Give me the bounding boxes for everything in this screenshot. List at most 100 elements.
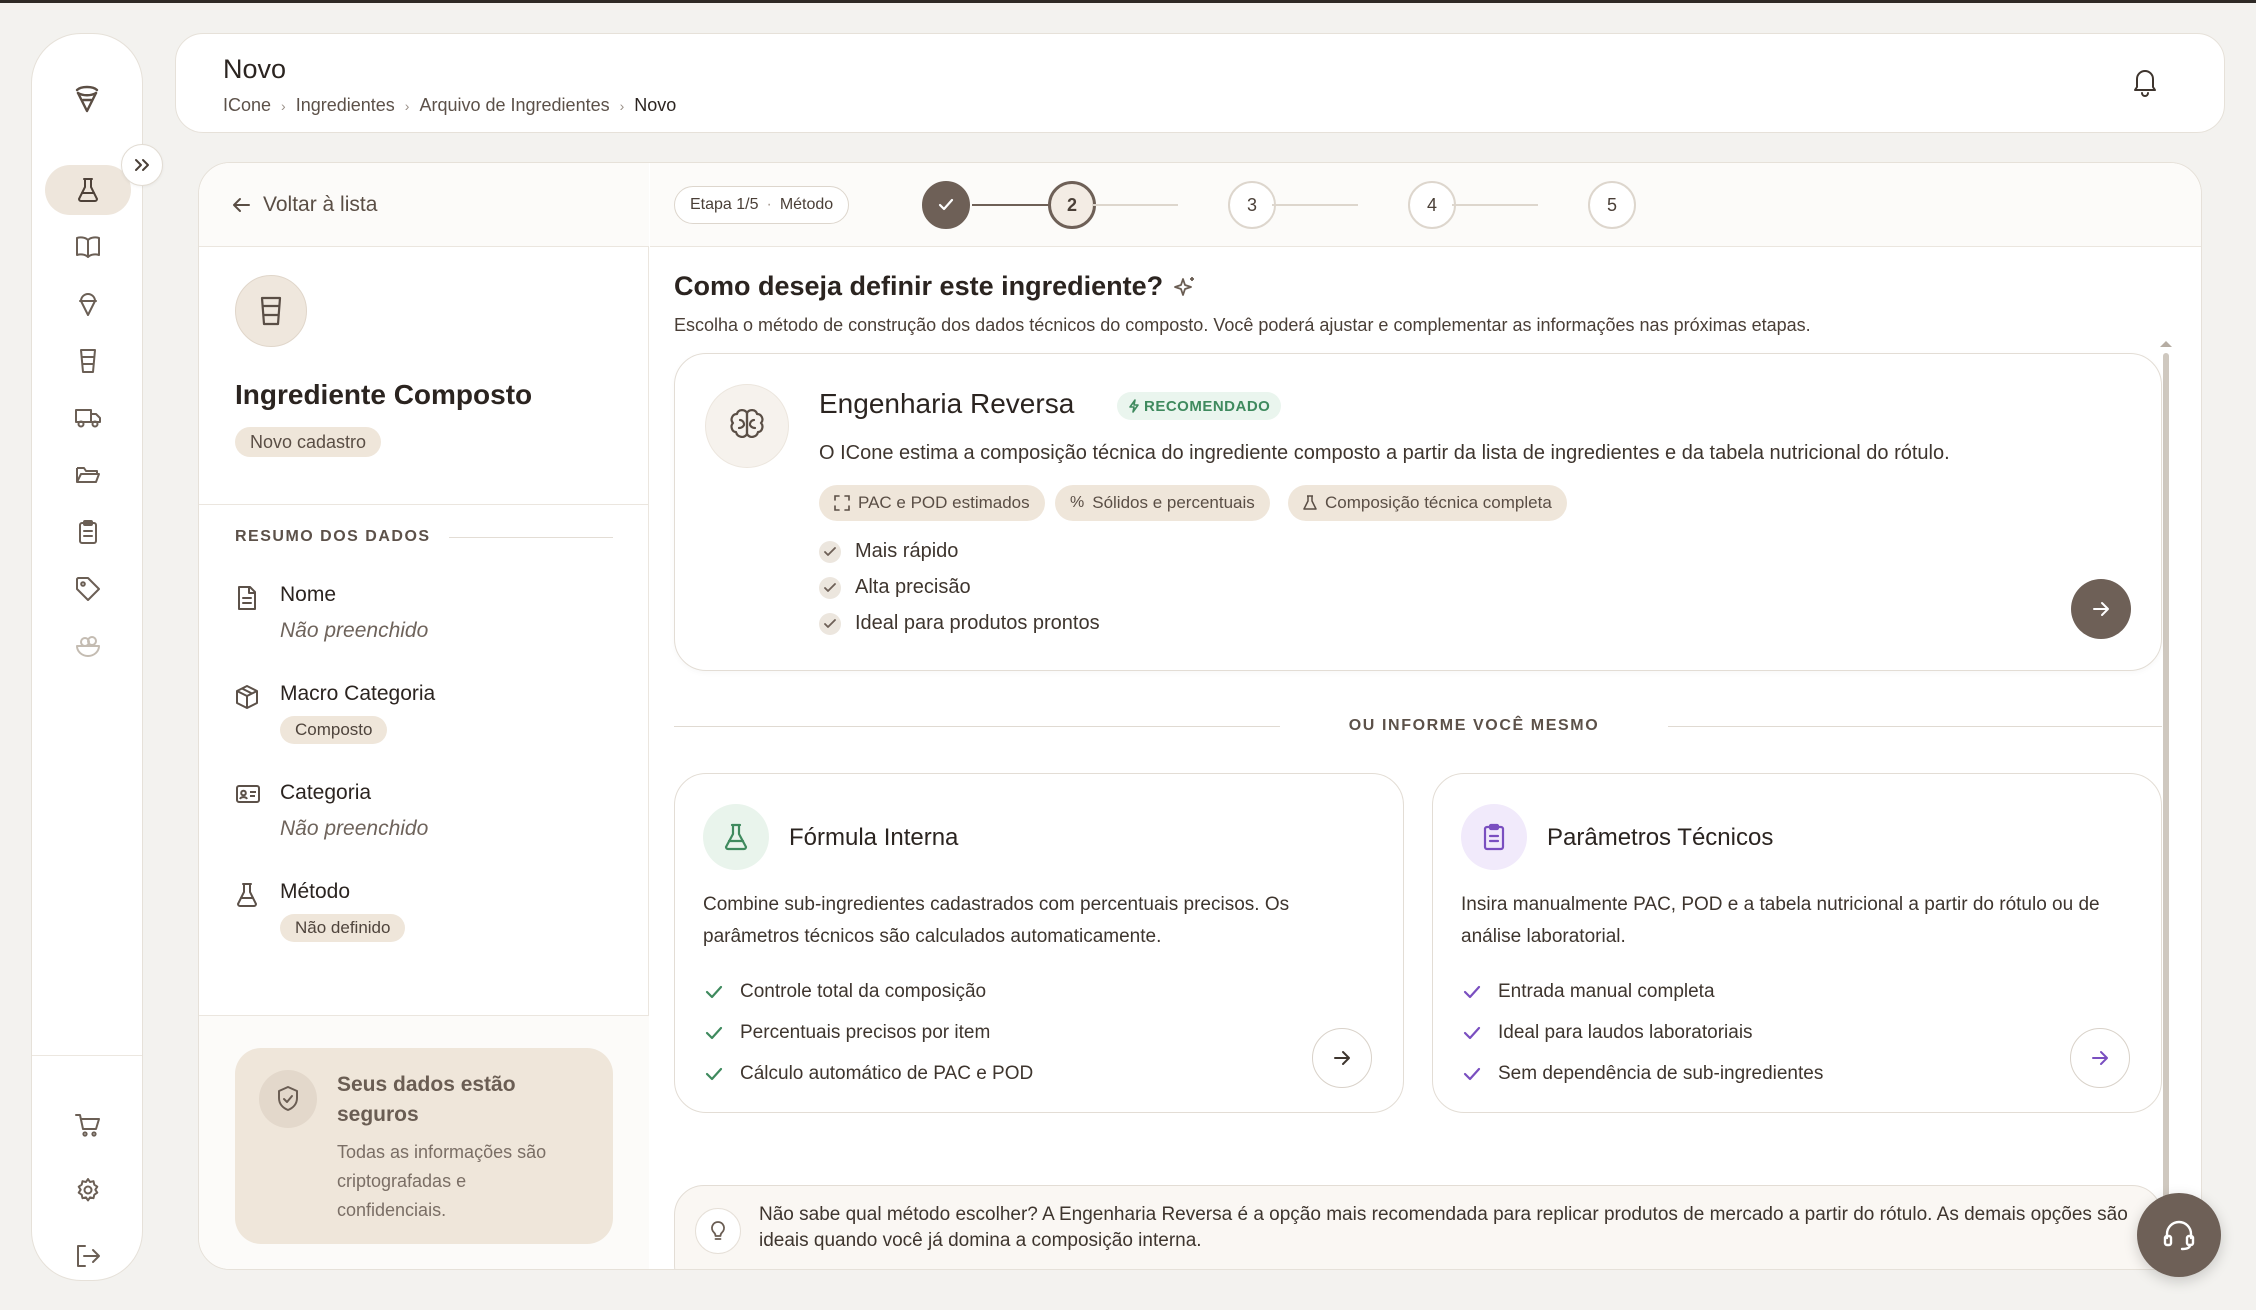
step-1-completed[interactable] bbox=[922, 181, 970, 229]
logo-icon[interactable] bbox=[65, 76, 109, 120]
field-label: Macro Categoria bbox=[280, 682, 436, 705]
clipboard-icon bbox=[79, 520, 97, 544]
brain-icon bbox=[705, 384, 789, 468]
check-icon bbox=[819, 612, 841, 635]
internal-formula-desc: Combine sub-ingredientes cadastrados com… bbox=[703, 894, 1290, 947]
reverse-engineering-card[interactable]: Engenharia Reversa RECOMENDADO O ICone e… bbox=[674, 353, 2162, 671]
step-connector bbox=[1452, 204, 1538, 206]
benefit-item: Ideal para laudos laboratoriais bbox=[1461, 1022, 1753, 1044]
sidebar-item-files[interactable] bbox=[45, 450, 131, 500]
field-label: Nome bbox=[280, 583, 337, 606]
shield-check-icon bbox=[259, 1070, 317, 1128]
check-icon bbox=[703, 1022, 725, 1044]
benefit-item: Sem dependência de sub-ingredientes bbox=[1461, 1063, 1823, 1085]
options-divider: OU INFORME VOCÊ MESMO bbox=[674, 717, 2162, 737]
sidebar-item-settings[interactable] bbox=[45, 1165, 131, 1215]
benefit-item: Alta precisão bbox=[819, 576, 971, 599]
select-technical-parameters-button[interactable] bbox=[2070, 1028, 2130, 1088]
security-section: Seus dados estão seguros Todas as inform… bbox=[199, 1015, 649, 1269]
field-label: Método bbox=[280, 880, 351, 903]
benefit-item: Mais rápido bbox=[819, 540, 958, 563]
field-label: Categoria bbox=[280, 781, 372, 804]
flask-icon bbox=[235, 882, 259, 908]
headset-icon bbox=[2163, 1220, 2195, 1251]
method-hint: Não sabe qual método escolher? A Engenha… bbox=[674, 1185, 2162, 1269]
select-internal-formula-button[interactable] bbox=[1312, 1028, 1372, 1088]
flask-icon bbox=[703, 804, 769, 870]
sidebar-item-logout[interactable] bbox=[45, 1231, 131, 1281]
select-reverse-engineering-button[interactable] bbox=[2071, 579, 2131, 639]
sidebar-item-reports[interactable] bbox=[45, 507, 131, 557]
step-connector bbox=[1092, 204, 1178, 206]
reverse-engineering-desc: O ICone estima a composição técnica do i… bbox=[819, 442, 1950, 464]
step-connector bbox=[972, 204, 1056, 206]
step-4[interactable]: 4 bbox=[1408, 181, 1456, 229]
expand-sidebar-button[interactable] bbox=[121, 144, 163, 186]
breadcrumb-item[interactable]: Arquivo de Ingredientes bbox=[419, 95, 609, 116]
field-value-chip: Não definido bbox=[280, 914, 406, 942]
sidebar-item-cups[interactable] bbox=[45, 336, 131, 386]
technical-parameters-desc: Insira manualmente PAC, POD e a tabela n… bbox=[1461, 894, 2100, 947]
lightbulb-icon bbox=[695, 1208, 741, 1254]
summary-panel: Voltar à lista Ingrediente Composto Novo… bbox=[199, 163, 649, 1269]
sidebar-item-delivery[interactable] bbox=[45, 393, 131, 443]
sidebar-item-recipes[interactable] bbox=[45, 222, 131, 272]
benefit-item: Entrada manual completa bbox=[1461, 981, 1715, 1003]
bell-icon bbox=[2134, 70, 2156, 97]
step-2-current[interactable]: 2 bbox=[1048, 181, 1096, 229]
flask-icon bbox=[1303, 495, 1317, 510]
sidebar-divider bbox=[32, 1055, 142, 1056]
method-question: Como deseja definir este ingrediente? bbox=[674, 271, 1197, 302]
main-panel: Voltar à lista Ingrediente Composto Novo… bbox=[198, 162, 2202, 1270]
sidebar-item-bowls[interactable] bbox=[45, 621, 131, 671]
method-content: Etapa 1/5 · Método 2 3 4 5 Como deseja d… bbox=[650, 163, 2201, 1269]
internal-formula-card[interactable]: Fórmula Interna Combine sub-ingredientes… bbox=[674, 773, 1404, 1113]
chevron-right-icon: › bbox=[619, 97, 625, 114]
hint-text: Não sabe qual método escolher? A Engenha… bbox=[759, 1204, 2128, 1251]
sidebar-item-ingredients[interactable] bbox=[45, 165, 131, 215]
reverse-engineering-title: Engenharia Reversa bbox=[819, 388, 1075, 419]
cart-icon bbox=[75, 1114, 100, 1137]
check-icon bbox=[703, 1063, 725, 1085]
id-card-icon bbox=[235, 783, 261, 805]
security-text: Todas as informações são criptografadas … bbox=[337, 1142, 547, 1220]
security-notice: Seus dados estão seguros Todas as inform… bbox=[235, 1048, 613, 1244]
breadcrumb-item[interactable]: ICone bbox=[223, 95, 271, 116]
benefit-item: Controle total da composição bbox=[703, 981, 986, 1003]
technical-parameters-card[interactable]: Parâmetros Técnicos Insira manualmente P… bbox=[1432, 773, 2162, 1113]
tag-icon bbox=[76, 577, 100, 601]
check-icon bbox=[1461, 1022, 1483, 1044]
sidebar-item-cart[interactable] bbox=[45, 1100, 131, 1150]
check-icon bbox=[819, 576, 841, 599]
book-icon bbox=[76, 236, 100, 258]
back-to-list-button[interactable]: Voltar à lista bbox=[199, 163, 649, 247]
technical-parameters-title: Parâmetros Técnicos bbox=[1547, 824, 1774, 851]
page-title: Novo bbox=[223, 54, 287, 84]
check-icon bbox=[819, 540, 841, 563]
step-3[interactable]: 3 bbox=[1228, 181, 1276, 229]
security-title: Seus dados estão seguros bbox=[337, 1073, 516, 1126]
avatar bbox=[235, 275, 307, 347]
check-icon bbox=[938, 198, 954, 211]
step-5[interactable]: 5 bbox=[1588, 181, 1636, 229]
sidebar bbox=[31, 33, 143, 1281]
feature-tag: % Sólidos e percentuais bbox=[1055, 485, 1270, 521]
sidebar-item-icecream[interactable] bbox=[45, 279, 131, 329]
feature-tag: PAC e POD estimados bbox=[819, 485, 1045, 521]
support-button[interactable] bbox=[2137, 1193, 2221, 1277]
gear-icon bbox=[77, 1178, 99, 1202]
notifications-button[interactable] bbox=[2131, 67, 2159, 97]
scroll-up-arrow[interactable] bbox=[2160, 341, 2172, 347]
sparkles-icon bbox=[1173, 275, 1197, 299]
arrow-right-icon bbox=[2093, 602, 2109, 616]
chevron-right-icon: › bbox=[404, 97, 410, 114]
bowl-icon bbox=[76, 636, 100, 657]
scrollbar[interactable] bbox=[2163, 353, 2169, 1253]
check-icon bbox=[1461, 1063, 1483, 1085]
check-icon bbox=[703, 981, 725, 1003]
ingredient-identity: Ingrediente Composto Novo cadastro bbox=[199, 247, 649, 505]
page-header: Novo ICone › Ingredientes › Arquivo de I… bbox=[175, 33, 2225, 133]
breadcrumb-item[interactable]: Ingredientes bbox=[296, 95, 395, 116]
sidebar-item-tags[interactable] bbox=[45, 564, 131, 614]
stepper-bar: Etapa 1/5 · Método 2 3 4 5 bbox=[650, 163, 2201, 247]
